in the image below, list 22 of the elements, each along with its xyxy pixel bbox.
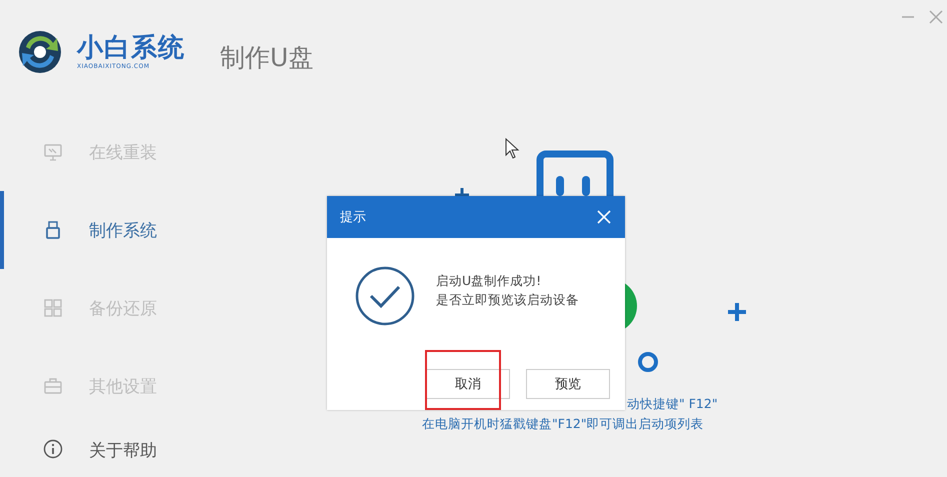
usb-drive-icon — [43, 220, 63, 240]
briefcase-icon — [43, 376, 63, 396]
logo-title: 小白系统 — [77, 33, 185, 63]
hint-text: 动快捷键" F12" — [627, 396, 718, 412]
close-icon[interactable] — [929, 10, 943, 24]
cursor-icon — [505, 138, 521, 160]
ring-icon — [637, 351, 659, 373]
sidebar-item[interactable]: 关于帮助 — [0, 425, 300, 477]
plus-icon — [727, 302, 747, 322]
logo-icon — [17, 29, 63, 75]
dialog-message: 启动U盘制作成功! — [436, 272, 542, 290]
dialog-message: 是否立即预览该启动设备 — [436, 291, 579, 309]
info-icon — [43, 439, 63, 459]
dialog-button[interactable]: 预览 — [526, 369, 610, 399]
sidebar-item[interactable]: 制作系统 — [0, 191, 300, 269]
grid-icon — [43, 298, 63, 318]
monitor-icon — [43, 142, 63, 162]
dialog-title: 提示 — [340, 209, 366, 226]
check-circle-icon — [354, 265, 416, 327]
page-title: 制作U盘 — [220, 42, 314, 74]
dialog-button[interactable]: 取消 — [426, 369, 510, 399]
hint-text: 在电脑开机时猛戳键盘"F12"即可调出启动项列表 — [422, 416, 704, 432]
